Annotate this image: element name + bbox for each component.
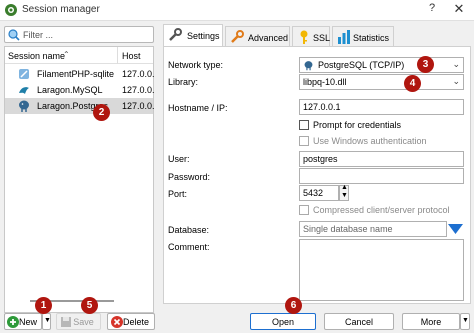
- session-row[interactable]: FilamentPHP-sqlite 127.0.0.: [5, 66, 155, 82]
- chevron-down-icon: ⌄: [452, 59, 460, 69]
- library-value: libpq-10.dll: [303, 77, 347, 87]
- hostname-label: Hostname / IP:: [168, 103, 228, 113]
- compressed-protocol-label: Compressed client/server protocol: [313, 205, 450, 215]
- tab-ssl[interactable]: SSL: [292, 26, 330, 46]
- step-badge: 1: [35, 297, 52, 314]
- save-button[interactable]: Save: [56, 313, 101, 330]
- step-badge: 3: [417, 56, 434, 73]
- database-label: Database:: [168, 225, 210, 235]
- network-type-select[interactable]: PostgreSQL (TCP/IP) ⌄: [299, 57, 464, 73]
- delete-label: Delete: [122, 317, 149, 327]
- triangle-down-icon: ▼: [44, 317, 51, 324]
- postgresql-elephant-icon: [19, 100, 29, 112]
- stepper-down-icon[interactable]: ▼: [341, 192, 348, 199]
- tab-statistics[interactable]: Statistics: [332, 26, 394, 46]
- open-label: Open: [271, 317, 295, 327]
- session-host: 127.0.0.: [122, 69, 155, 79]
- prompt-credentials-checkbox[interactable]: [299, 120, 309, 130]
- sort-ascending-icon: ⌃: [63, 50, 70, 59]
- tab-advanced[interactable]: Advanced: [225, 26, 290, 46]
- tab-ssl-label: SSL: [313, 33, 331, 43]
- column-host[interactable]: Host: [122, 51, 141, 61]
- library-label: Library:: [168, 77, 199, 87]
- hostname-input[interactable]: 127.0.0.1: [299, 99, 464, 115]
- search-icon: [8, 29, 20, 41]
- stepper-up-icon[interactable]: ▲: [341, 184, 348, 191]
- column-divider[interactable]: [117, 47, 118, 64]
- step-badge: 6: [285, 297, 302, 314]
- session-name: FilamentPHP-sqlite: [37, 69, 115, 79]
- port-value: 5432: [303, 188, 324, 198]
- triangle-down-icon: [448, 224, 463, 234]
- new-label: New: [18, 317, 37, 327]
- delete-button[interactable]: Delete: [107, 313, 155, 330]
- step-badge: 4: [404, 75, 421, 92]
- save-label: Save: [73, 317, 94, 327]
- tab-advanced-label: Advanced: [248, 33, 289, 43]
- compressed-protocol-checkbox[interactable]: [299, 205, 309, 215]
- more-dropdown-button[interactable]: ▼: [460, 313, 470, 330]
- step-badge: 5: [81, 297, 98, 314]
- column-session-name[interactable]: Session name: [8, 51, 65, 61]
- session-host: 127.0.0.: [122, 85, 155, 95]
- filter-placeholder: Filter ...: [23, 30, 54, 40]
- session-tree[interactable]: Session name ⌃ Host FilamentPHP-sqlite 1…: [4, 46, 155, 313]
- tab-settings[interactable]: Settings: [163, 24, 223, 47]
- cancel-button[interactable]: Cancel: [324, 313, 394, 330]
- database-input[interactable]: Single database name: [299, 221, 447, 237]
- chevron-down-icon: ⌄: [452, 76, 460, 86]
- prompt-credentials-label: Prompt for credentials: [313, 120, 402, 130]
- new-button[interactable]: New: [4, 313, 42, 330]
- wrench-orange-icon: [231, 30, 244, 43]
- windows-auth-label: Use Windows authentication: [313, 136, 427, 146]
- tab-statistics-label: Statistics: [353, 33, 390, 43]
- triangle-down-icon: ▼: [462, 317, 469, 324]
- comment-label: Comment:: [168, 242, 210, 252]
- session-host: 127.0.0.: [122, 101, 155, 111]
- settings-page: Network type: PostgreSQL (TCP/IP) ⌄ Libr…: [163, 46, 471, 304]
- settings-tabs: Settings Advanced SSL Statistics: [163, 24, 471, 47]
- database-dropdown-button[interactable]: [447, 221, 464, 237]
- bar-chart-icon: [338, 30, 350, 44]
- tree-header: Session name ⌃ Host: [5, 47, 153, 64]
- user-value: postgres: [303, 154, 338, 164]
- comment-textarea[interactable]: [299, 239, 464, 301]
- key-icon: [300, 30, 308, 44]
- session-list-panel: Filter ... Session name ⌃ Host FilamentP…: [0, 21, 158, 313]
- close-button[interactable]: ✕: [448, 1, 470, 19]
- user-label: User:: [168, 154, 190, 164]
- heidisql-app-icon: [5, 4, 17, 16]
- sqlite-icon: [19, 69, 29, 79]
- wrench-icon: [169, 28, 182, 41]
- password-input[interactable]: [299, 168, 464, 184]
- hostname-value: 127.0.0.1: [303, 102, 341, 112]
- password-label: Password:: [168, 172, 211, 182]
- database-placeholder: Single database name: [303, 224, 393, 234]
- library-select[interactable]: libpq-10.dll ⌄: [299, 74, 464, 90]
- tab-settings-label: Settings: [187, 31, 220, 41]
- network-type-label: Network type:: [168, 60, 224, 70]
- more-label: More: [420, 317, 442, 327]
- windows-auth-checkbox[interactable]: [299, 136, 309, 146]
- port-stepper[interactable]: ▲ ▼: [339, 184, 349, 201]
- step-badge: 2: [93, 104, 110, 121]
- session-row-selected[interactable]: Laragon.Postgres 127.0.0.: [5, 98, 155, 114]
- session-row[interactable]: Laragon.MySQL 127.0.0.: [5, 82, 155, 98]
- new-dropdown-button[interactable]: ▼: [42, 313, 51, 330]
- window-title: Session manager: [22, 4, 100, 15]
- network-type-value: PostgreSQL (TCP/IP): [318, 60, 405, 70]
- session-name: Laragon.MySQL: [37, 85, 103, 95]
- port-input[interactable]: 5432: [299, 185, 339, 201]
- more-button[interactable]: More: [402, 313, 460, 330]
- cancel-label: Cancel: [344, 317, 373, 327]
- title-bar: Session manager ? ✕: [0, 0, 474, 21]
- mysql-dolphin-icon: [19, 87, 29, 94]
- help-button[interactable]: ?: [423, 2, 441, 18]
- port-label: Port:: [168, 189, 188, 199]
- user-input[interactable]: postgres: [299, 151, 464, 167]
- postgresql-elephant-icon: [304, 61, 313, 71]
- open-button[interactable]: Open: [250, 313, 316, 330]
- filter-input[interactable]: Filter ...: [4, 26, 154, 43]
